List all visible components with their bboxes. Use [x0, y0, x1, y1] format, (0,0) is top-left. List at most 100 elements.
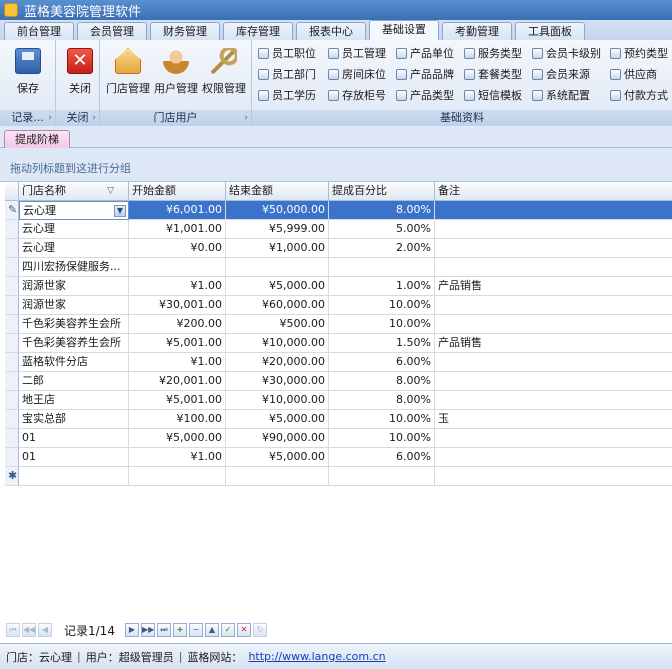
cell-remark[interactable] [435, 391, 672, 410]
row-indicator[interactable] [5, 448, 19, 467]
ribbon-group-record-label[interactable]: 记录... › [0, 110, 55, 126]
cell-end-amount[interactable]: ¥500.00 [226, 315, 329, 334]
delete-record-icon[interactable]: − [188, 623, 203, 637]
cell-store-name[interactable]: 宝实总部 [19, 410, 129, 429]
table-row[interactable]: 地王店 ¥5,001.00 ¥10,000.00 8.00% [5, 391, 672, 410]
cell-commission-percent[interactable]: 10.00% [329, 315, 435, 334]
cell-commission-percent[interactable]: 2.00% [329, 239, 435, 258]
cell-store-name[interactable]: 云心理 [19, 220, 129, 239]
tab-commission-tier[interactable]: 提成阶梯 [4, 130, 70, 148]
tab-reports[interactable]: 报表中心 [296, 22, 366, 40]
btn-product-brand[interactable]: 产品品牌 [396, 65, 454, 83]
prev-record-icon[interactable]: ◀ [38, 623, 52, 637]
user-management-button[interactable]: 用户管理 [152, 46, 200, 102]
row-indicator[interactable] [5, 353, 19, 372]
prev-page-icon[interactable]: ◀◀ [22, 623, 36, 637]
cell-start-amount[interactable] [129, 467, 226, 486]
cell-store-name[interactable]: 蓝格软件分店 [19, 353, 129, 372]
column-header-remark[interactable]: 备注 [435, 182, 672, 201]
cell-commission-percent[interactable]: 8.00% [329, 372, 435, 391]
cell-start-amount[interactable]: ¥1.00 [129, 353, 226, 372]
table-row[interactable]: 蓝格软件分店 ¥1.00 ¥20,000.00 6.00% [5, 353, 672, 372]
cell-end-amount[interactable]: ¥50,000.00 [226, 201, 329, 220]
last-record-icon[interactable]: ⏭ [156, 623, 171, 637]
row-indicator[interactable] [5, 372, 19, 391]
cell-end-amount[interactable]: ¥5,000.00 [226, 277, 329, 296]
btn-room-bed[interactable]: 房间床位 [328, 65, 386, 83]
cell-remark[interactable]: 产品销售 [435, 277, 672, 296]
cell-commission-percent[interactable]: 5.00% [329, 220, 435, 239]
btn-sms-template[interactable]: 短信模板 [464, 86, 522, 104]
column-header-store-name[interactable]: 门店名称 ▽ [19, 182, 129, 201]
cell-start-amount[interactable] [129, 258, 226, 277]
tab-basic-settings[interactable]: 基础设置 [369, 20, 439, 40]
table-row[interactable]: 千色彩美容养生会所 ¥200.00 ¥500.00 10.00% [5, 315, 672, 334]
new-row-indicator-icon[interactable]: ✱ [5, 467, 19, 486]
tab-inventory[interactable]: 库存管理 [223, 22, 293, 40]
cell-remark[interactable] [435, 353, 672, 372]
btn-staff-position[interactable]: 员工职位 [258, 44, 316, 62]
row-indicator[interactable] [5, 391, 19, 410]
cell-start-amount[interactable]: ¥1.00 [129, 277, 226, 296]
cell-store-name[interactable]: 云心理 [19, 239, 129, 258]
cell-commission-percent[interactable]: 8.00% [329, 201, 435, 220]
next-record-icon[interactable]: ▶ [124, 623, 139, 637]
cell-end-amount[interactable]: ¥10,000.00 [226, 334, 329, 353]
next-page-icon[interactable]: ▶▶ [140, 623, 155, 637]
cell-store-name[interactable] [19, 467, 129, 486]
new-row[interactable]: ✱ [5, 467, 672, 486]
cell-store-name[interactable]: 润源世家 [19, 296, 129, 315]
btn-member-source[interactable]: 会员来源 [532, 65, 590, 83]
cell-store-name[interactable]: 四川宏扬保健服务... [19, 258, 129, 277]
cell-store-name[interactable]: 千色彩美容养生会所 [19, 315, 129, 334]
cell-commission-percent[interactable] [329, 467, 435, 486]
table-row[interactable]: 云心理 ¥1,001.00 ¥5,999.00 5.00% [5, 220, 672, 239]
cell-store-name[interactable]: 01 [19, 448, 129, 467]
cell-start-amount[interactable]: ¥1.00 [129, 448, 226, 467]
btn-locker-number[interactable]: 存放柜号 [328, 86, 386, 104]
row-edit-indicator-icon[interactable]: ✎ [5, 201, 19, 220]
table-row[interactable]: 01 ¥1.00 ¥5,000.00 6.00% [5, 448, 672, 467]
cell-end-amount[interactable]: ¥5,999.00 [226, 220, 329, 239]
btn-package-type[interactable]: 套餐类型 [464, 65, 522, 83]
row-indicator[interactable] [5, 220, 19, 239]
cell-commission-percent[interactable]: 1.00% [329, 277, 435, 296]
cell-start-amount[interactable]: ¥5,000.00 [129, 429, 226, 448]
cell-store-name[interactable]: 01 [19, 429, 129, 448]
table-row[interactable]: ✎ 云心理 ▼ ¥6,001.00 ¥50,000.00 8.00% [5, 201, 672, 220]
permission-management-button[interactable]: 权限管理 [200, 46, 248, 102]
cell-remark[interactable]: 产品销售 [435, 334, 672, 353]
row-indicator[interactable] [5, 315, 19, 334]
btn-staff-department[interactable]: 员工部门 [258, 65, 316, 83]
row-indicator[interactable] [5, 239, 19, 258]
dropdown-arrow-icon[interactable]: ▼ [114, 205, 126, 217]
cell-end-amount[interactable] [226, 467, 329, 486]
edit-record-icon[interactable]: ▲ [204, 623, 219, 637]
btn-payment-method[interactable]: 付款方式 [610, 86, 668, 104]
cell-end-amount[interactable]: ¥20,000.00 [226, 353, 329, 372]
btn-service-type[interactable]: 服务类型 [464, 44, 522, 62]
cell-end-amount[interactable]: ¥10,000.00 [226, 391, 329, 410]
btn-appointment-type[interactable]: 预约类型 [610, 44, 668, 62]
website-link[interactable]: http://www.lange.com.cn [248, 650, 385, 663]
first-record-icon[interactable]: ⏮ [6, 623, 20, 637]
cell-start-amount[interactable]: ¥1,001.00 [129, 220, 226, 239]
cell-remark[interactable] [435, 239, 672, 258]
cell-remark[interactable] [435, 372, 672, 391]
cell-remark[interactable] [435, 296, 672, 315]
cell-commission-percent[interactable]: 6.00% [329, 353, 435, 372]
cancel-edit-icon[interactable]: ✕ [236, 623, 251, 637]
cell-commission-percent[interactable]: 10.00% [329, 429, 435, 448]
cell-end-amount[interactable]: ¥5,000.00 [226, 410, 329, 429]
post-record-icon[interactable]: ✓ [220, 623, 235, 637]
btn-supplier[interactable]: 供应商 [610, 65, 657, 83]
cell-remark[interactable] [435, 429, 672, 448]
cell-remark[interactable]: 玉 [435, 410, 672, 429]
tab-attendance[interactable]: 考勤管理 [442, 22, 512, 40]
tab-finance[interactable]: 财务管理 [150, 22, 220, 40]
cell-end-amount[interactable]: ¥5,000.00 [226, 448, 329, 467]
cell-commission-percent[interactable]: 6.00% [329, 448, 435, 467]
cell-remark[interactable] [435, 448, 672, 467]
cell-commission-percent[interactable] [329, 258, 435, 277]
cell-end-amount[interactable]: ¥60,000.00 [226, 296, 329, 315]
